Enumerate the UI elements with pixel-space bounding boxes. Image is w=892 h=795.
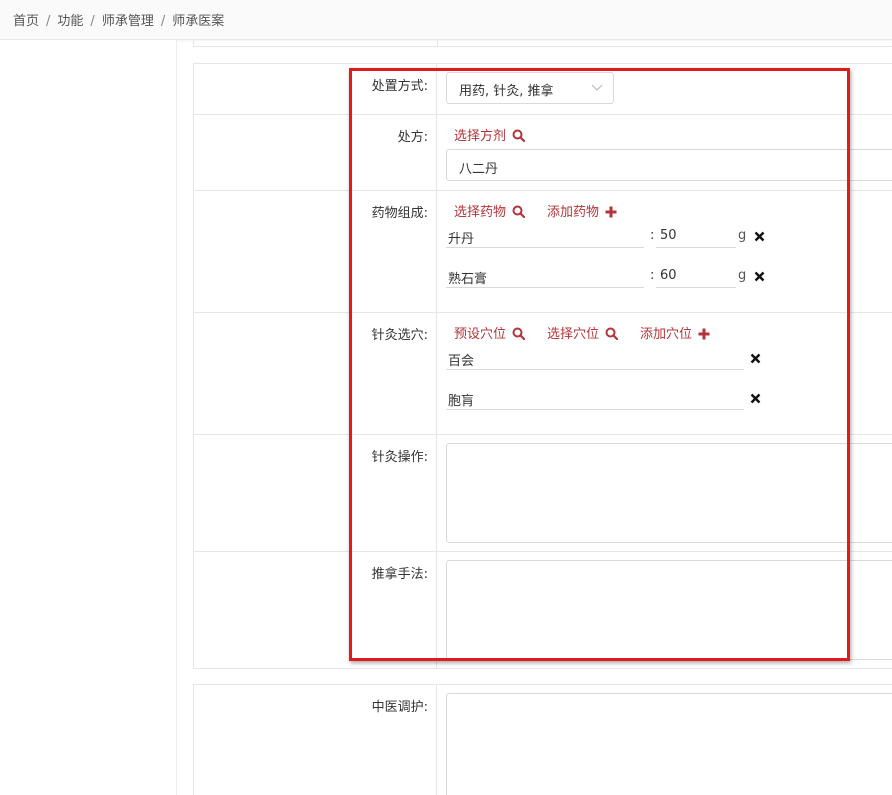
acupoint-value: 百会 <box>448 354 475 369</box>
add-acupoint-button[interactable]: 添加穴位 <box>640 323 710 342</box>
treatment-method-select[interactable]: 用药, 针灸, 推拿 <box>446 72 614 104</box>
breadcrumb-separator: / <box>90 14 95 29</box>
acupoint-input[interactable]: 百会 <box>446 348 744 370</box>
preset-acupoint-button[interactable]: 预设穴位 <box>454 323 526 342</box>
tcm-care-textarea[interactable] <box>446 693 892 795</box>
row-acupuncture-operation: 针灸操作: <box>194 435 892 552</box>
medicine-amount-input[interactable]: 60 <box>656 266 736 288</box>
acupoints-label: 针灸选穴: <box>371 328 428 343</box>
remove-medicine-icon[interactable] <box>754 271 765 282</box>
medicine-name-value: 升丹 <box>448 232 475 247</box>
previous-form-row <box>193 40 892 47</box>
prescription-value: 八二丹 <box>459 162 499 177</box>
medicine-name-input[interactable]: 升丹 <box>446 226 644 248</box>
left-panel <box>0 40 177 795</box>
select-medicine-button[interactable]: 选择药物 <box>454 201 526 220</box>
search-icon <box>512 129 526 143</box>
acupuncture-operation-label: 针灸操作: <box>371 450 428 465</box>
row-tcm-care: 中医调护: <box>194 685 892 795</box>
add-acupoint-label: 添加穴位 <box>640 327 693 342</box>
prescription-label: 处方: <box>397 130 428 145</box>
search-icon <box>605 327 619 341</box>
breadcrumb-separator: / <box>46 14 51 29</box>
select-medicine-label: 选择药物 <box>454 205 507 220</box>
preset-acupoint-label: 预设穴位 <box>454 327 507 342</box>
plus-icon <box>605 206 617 218</box>
row-acupoints: 针灸选穴: 预设穴位 选择穴位 添加穴位 百会 胞肓 <box>194 313 892 435</box>
row-treatment-method: 处置方式: 用药, 针灸, 推拿 <box>194 64 892 115</box>
remove-acupoint-icon[interactable] <box>750 353 761 364</box>
breadcrumb-home[interactable]: 首页 <box>13 14 39 29</box>
select-acupoint-button[interactable]: 选择穴位 <box>547 323 619 342</box>
medicine-amount-value: 60 <box>660 268 677 283</box>
medicine-label: 药物组成: <box>371 206 428 221</box>
medicine-name-value: 熟石膏 <box>448 272 488 287</box>
treatment-method-value: 用药, 针灸, 推拿 <box>459 84 554 99</box>
breadcrumb: 首页 / 功能 / 师承管理 / 师承医案 <box>13 10 224 29</box>
medicine-name-input[interactable]: 熟石膏 <box>446 266 644 288</box>
breadcrumb-mentorship[interactable]: 师承管理 <box>102 14 154 29</box>
remove-acupoint-icon[interactable] <box>750 393 761 404</box>
select-acupoint-label: 选择穴位 <box>547 327 600 342</box>
search-icon <box>512 205 526 219</box>
medicine-amount-value: 50 <box>660 228 677 243</box>
colon: : <box>650 268 655 283</box>
breadcrumb-current: 师承医案 <box>172 14 225 29</box>
select-formula-button[interactable]: 选择方剂 <box>454 125 526 144</box>
medicine-unit: g <box>738 228 747 243</box>
chevron-down-icon <box>591 84 603 91</box>
treatment-method-label: 处置方式: <box>371 79 428 94</box>
search-icon <box>512 327 526 341</box>
acupuncture-operation-textarea[interactable] <box>446 443 892 543</box>
add-medicine-label: 添加药物 <box>547 205 600 220</box>
massage-method-textarea[interactable] <box>446 560 892 660</box>
medicine-unit: g <box>738 268 747 283</box>
acupoint-value: 胞肓 <box>448 394 475 409</box>
colon: : <box>650 228 655 243</box>
select-formula-label: 选择方剂 <box>454 129 507 144</box>
prescription-input[interactable]: 八二丹 <box>446 149 892 181</box>
breadcrumb-separator: / <box>160 14 166 29</box>
breadcrumb-function[interactable]: 功能 <box>57 14 83 29</box>
care-form: 中医调护: <box>193 684 892 795</box>
breadcrumb-bar: 首页 / 功能 / 师承管理 / 师承医案 <box>0 0 892 40</box>
plus-icon <box>698 328 710 340</box>
massage-method-label: 推拿手法: <box>371 567 428 582</box>
row-prescription: 处方: 选择方剂 八二丹 <box>194 115 892 191</box>
remove-medicine-icon[interactable] <box>754 231 765 242</box>
page: 首页 / 功能 / 师承管理 / 师承医案 处置方式: 用药, 针灸, 推拿 处方: 选择方… <box>0 0 892 795</box>
treatment-form: 处置方式: 用药, 针灸, 推拿 处方: 选择方剂 八二丹 药物组成: 选择药物… <box>193 63 892 669</box>
acupoint-input[interactable]: 胞肓 <box>446 388 744 410</box>
row-massage-method: 推拿手法: <box>194 552 892 669</box>
add-medicine-button[interactable]: 添加药物 <box>547 201 617 220</box>
row-medicine: 药物组成: 选择药物 添加药物 升丹 : 50 g 熟石膏 : 60 g <box>194 191 892 313</box>
medicine-amount-input[interactable]: 50 <box>656 226 736 248</box>
tcm-care-label: 中医调护: <box>371 700 428 715</box>
